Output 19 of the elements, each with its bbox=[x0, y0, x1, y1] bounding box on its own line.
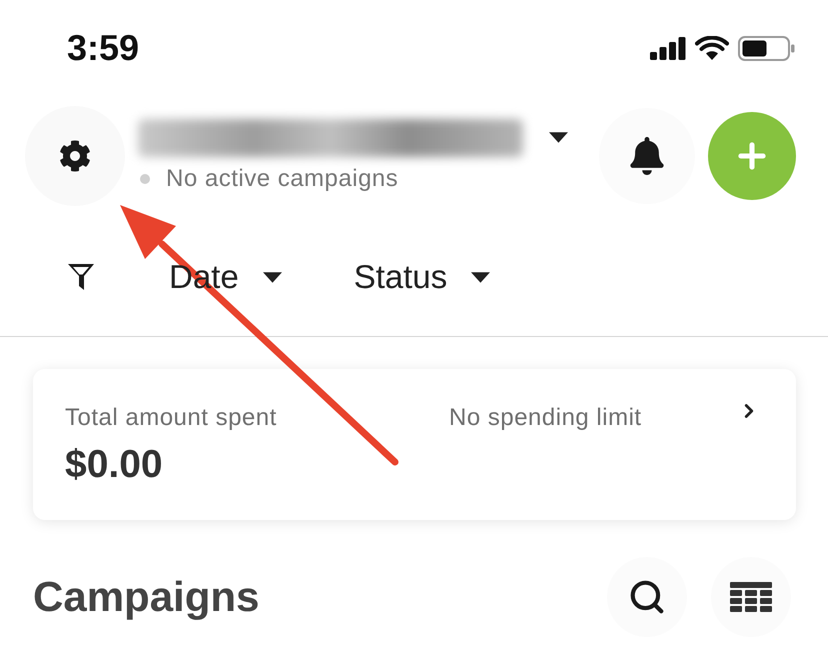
clock-time: 3:59 bbox=[67, 30, 140, 66]
filter-dropdown[interactable]: Status bbox=[354, 257, 490, 297]
status-text: No active campaigns bbox=[166, 165, 398, 193]
signal-icon bbox=[650, 36, 686, 60]
caret-icon bbox=[471, 272, 490, 282]
section-title: Campaigns bbox=[33, 572, 260, 622]
table-icon bbox=[730, 582, 772, 612]
filter-icon[interactable] bbox=[68, 264, 94, 290]
caret-icon bbox=[262, 272, 282, 282]
bell-icon bbox=[629, 137, 665, 175]
spent-label: Total amount spent bbox=[65, 404, 278, 432]
settings-icon bbox=[59, 140, 91, 172]
caret-icon bbox=[549, 132, 568, 142]
summary-card[interactable]: Total amount spent $0.00 No spending limit bbox=[33, 369, 796, 520]
spent-amount: $0.00 bbox=[65, 442, 164, 488]
battery-icon bbox=[738, 36, 795, 60]
search-icon bbox=[628, 578, 666, 616]
wifi-icon bbox=[695, 36, 729, 60]
limit-label: No spending limit bbox=[449, 404, 642, 432]
